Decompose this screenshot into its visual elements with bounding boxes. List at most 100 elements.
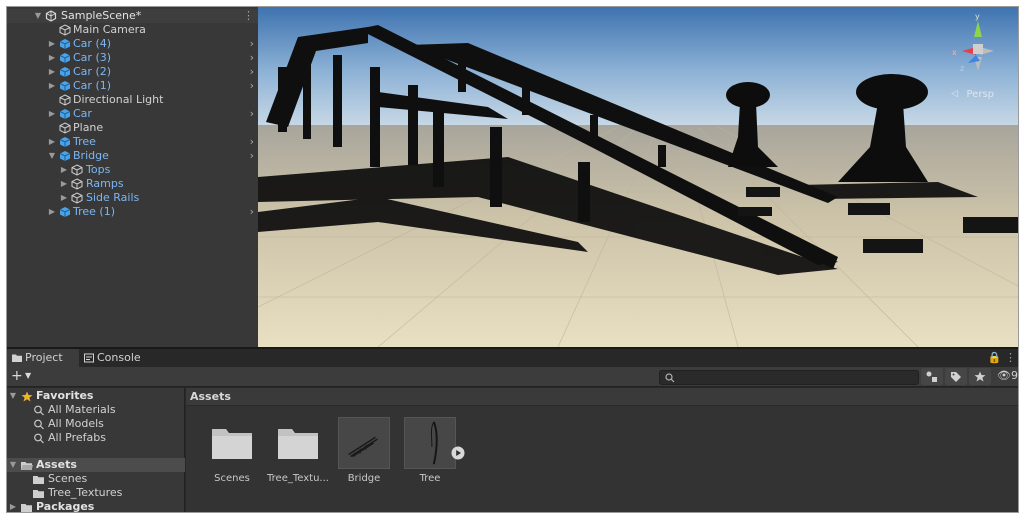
- hierarchy-item-car-2[interactable]: ▶ Car (2) ›: [7, 65, 258, 79]
- expand-arrow-icon[interactable]: ▶: [59, 177, 69, 191]
- gizmo-y-axis-icon: [974, 21, 982, 37]
- hierarchy-item-tree[interactable]: ▶ Tree ›: [7, 135, 258, 149]
- tree-item-favorites[interactable]: ▼ Favorites: [7, 389, 185, 403]
- hierarchy-item-directional-light[interactable]: Directional Light: [7, 93, 258, 107]
- tree-item-label: Tree_Textures: [48, 486, 123, 499]
- tree-item-tree-textures[interactable]: Tree_Textures: [7, 486, 185, 500]
- expand-arrow-icon[interactable]: ▶: [59, 163, 69, 177]
- gameobject-icon: [59, 24, 71, 36]
- collapse-arrow-icon[interactable]: ▼: [8, 389, 18, 403]
- search-input[interactable]: [659, 370, 919, 385]
- tree-item-all-materials[interactable]: All Materials: [7, 403, 185, 417]
- hierarchy-item-tree-1[interactable]: ▶ Tree (1) ›: [7, 205, 258, 219]
- hierarchy-scene-row[interactable]: ▼ SampleScene* ⋮: [7, 9, 258, 23]
- prefab-icon: [59, 53, 71, 63]
- expand-arrow-icon[interactable]: ▶: [59, 191, 69, 205]
- panel-menu-icon[interactable]: 🔒 ⋮: [988, 351, 1016, 364]
- hierarchy-item-side-rails[interactable]: ▶ Side Rails: [7, 191, 258, 205]
- open-prefab-chevron-icon[interactable]: ›: [250, 205, 254, 219]
- hierarchy-item-label: Directional Light: [73, 93, 164, 106]
- folder-icon: [21, 504, 32, 512]
- hierarchy-item-tops[interactable]: ▶ Tops: [7, 163, 258, 177]
- hidden-packages-toggle[interactable]: 👁9: [997, 369, 1018, 382]
- prefab-icon: [59, 81, 71, 91]
- search-icon: [665, 373, 675, 383]
- tree-item-assets[interactable]: ▼ Assets: [7, 458, 185, 472]
- expand-arrow-icon[interactable]: ▶: [47, 79, 57, 93]
- star-icon: [974, 371, 986, 382]
- tree-item-packages[interactable]: ▶ Packages: [7, 500, 185, 512]
- asset-item-bridge[interactable]: Bridge: [332, 417, 394, 497]
- hierarchy-item-label: Side Rails: [86, 191, 140, 204]
- search-by-label-button[interactable]: [945, 368, 967, 385]
- bottom-tabbar: Project Console 🔒 ⋮: [7, 349, 1018, 367]
- open-prefab-chevron-icon[interactable]: ›: [250, 107, 254, 121]
- save-search-button[interactable]: [969, 368, 991, 385]
- hierarchy-item-label: Plane: [73, 121, 104, 134]
- eye-slash-icon: 👁: [997, 369, 1011, 382]
- tree-item-label: Scenes: [48, 472, 88, 485]
- folder-icon: [278, 429, 318, 459]
- expand-arrow-icon[interactable]: ▶: [47, 65, 57, 79]
- hierarchy-item-label: Car (4): [73, 37, 112, 50]
- projection-label[interactable]: Persp: [967, 89, 995, 100]
- expand-arrow-icon[interactable]: ▶: [47, 107, 57, 121]
- search-by-type-button[interactable]: [921, 368, 943, 385]
- open-prefab-chevron-icon[interactable]: ›: [250, 37, 254, 51]
- hidden-count-label: 9: [1011, 369, 1018, 382]
- expand-prefab-play-icon[interactable]: [451, 446, 465, 460]
- expand-arrow-icon[interactable]: ▶: [8, 500, 18, 512]
- assets-breadcrumb[interactable]: Assets: [186, 388, 1018, 406]
- expand-arrow-icon[interactable]: ▶: [47, 37, 57, 51]
- tab-label: Project: [25, 351, 63, 364]
- open-prefab-chevron-icon[interactable]: ›: [250, 51, 254, 65]
- expand-arrow-icon[interactable]: ▼: [33, 9, 43, 23]
- project-folder-tree: ▼ Favorites All Materials All Models All…: [7, 388, 185, 512]
- hierarchy-item-car-1[interactable]: ▶ Car (1) ›: [7, 79, 258, 93]
- project-panel: Project Console 🔒 ⋮ + ▼ 👁9 ▼ Favorites A…: [7, 349, 1018, 512]
- hierarchy-item-bridge[interactable]: ▼ Bridge ›: [7, 149, 258, 163]
- open-prefab-chevron-icon[interactable]: ›: [250, 65, 254, 79]
- hierarchy-item-label: Main Camera: [73, 23, 146, 36]
- orientation-gizmo[interactable]: y x z: [948, 13, 1008, 83]
- search-icon: [34, 405, 44, 416]
- bridge-prefab-thumbnail: [338, 417, 390, 469]
- projection-toggle-icon[interactable]: ◁: [951, 89, 958, 99]
- collapse-arrow-icon[interactable]: ▼: [47, 149, 57, 163]
- hierarchy-item-label: Car (1): [73, 79, 112, 92]
- chevron-down-icon[interactable]: ▼: [25, 371, 31, 380]
- expand-arrow-icon[interactable]: ▶: [47, 135, 57, 149]
- tree-item-scenes[interactable]: Scenes: [7, 472, 185, 486]
- svg-text:z: z: [960, 64, 964, 73]
- tree-item-all-models[interactable]: All Models: [7, 417, 185, 431]
- scene-viewport[interactable]: [258, 7, 1019, 347]
- open-prefab-chevron-icon[interactable]: ›: [250, 149, 254, 163]
- hierarchy-item-car-3[interactable]: ▶ Car (3) ›: [7, 51, 258, 65]
- open-prefab-chevron-icon[interactable]: ›: [250, 79, 254, 93]
- scene-menu-icon[interactable]: ⋮: [243, 9, 254, 23]
- gameobject-icon: [59, 94, 71, 106]
- hierarchy-item-main-camera[interactable]: Main Camera: [7, 23, 258, 37]
- hierarchy-item-ramps[interactable]: ▶ Ramps: [7, 177, 258, 191]
- asset-item-tree-textures[interactable]: Tree_Textu...: [266, 417, 329, 497]
- hierarchy-item-car[interactable]: ▶ Car ›: [7, 107, 258, 121]
- scene-name: SampleScene*: [61, 9, 142, 22]
- tab-project[interactable]: Project: [7, 349, 79, 367]
- prefab-icon: [59, 67, 71, 77]
- expand-arrow-icon[interactable]: ▶: [47, 51, 57, 65]
- collapse-arrow-icon[interactable]: ▼: [8, 458, 18, 472]
- hierarchy-item-car-4[interactable]: ▶ Car (4) ›: [7, 37, 258, 51]
- asset-name: Tree: [419, 473, 441, 484]
- scene-view[interactable]: y x z ◁ Persp: [258, 7, 1019, 347]
- expand-arrow-icon[interactable]: ▶: [47, 205, 57, 219]
- asset-item-scenes[interactable]: Scenes: [200, 417, 262, 497]
- open-prefab-chevron-icon[interactable]: ›: [250, 135, 254, 149]
- tab-console[interactable]: Console: [79, 349, 151, 367]
- hierarchy-item-label: Tree: [73, 135, 96, 148]
- hierarchy-item-plane[interactable]: Plane: [7, 121, 258, 135]
- create-button[interactable]: +: [11, 368, 23, 385]
- svg-text:y: y: [975, 13, 980, 21]
- prefab-icon: [59, 207, 71, 217]
- assets-grid-panel: Assets Scenes Tree_Textu... Bridge Tree: [186, 388, 1018, 512]
- tree-item-all-prefabs[interactable]: All Prefabs: [7, 431, 185, 445]
